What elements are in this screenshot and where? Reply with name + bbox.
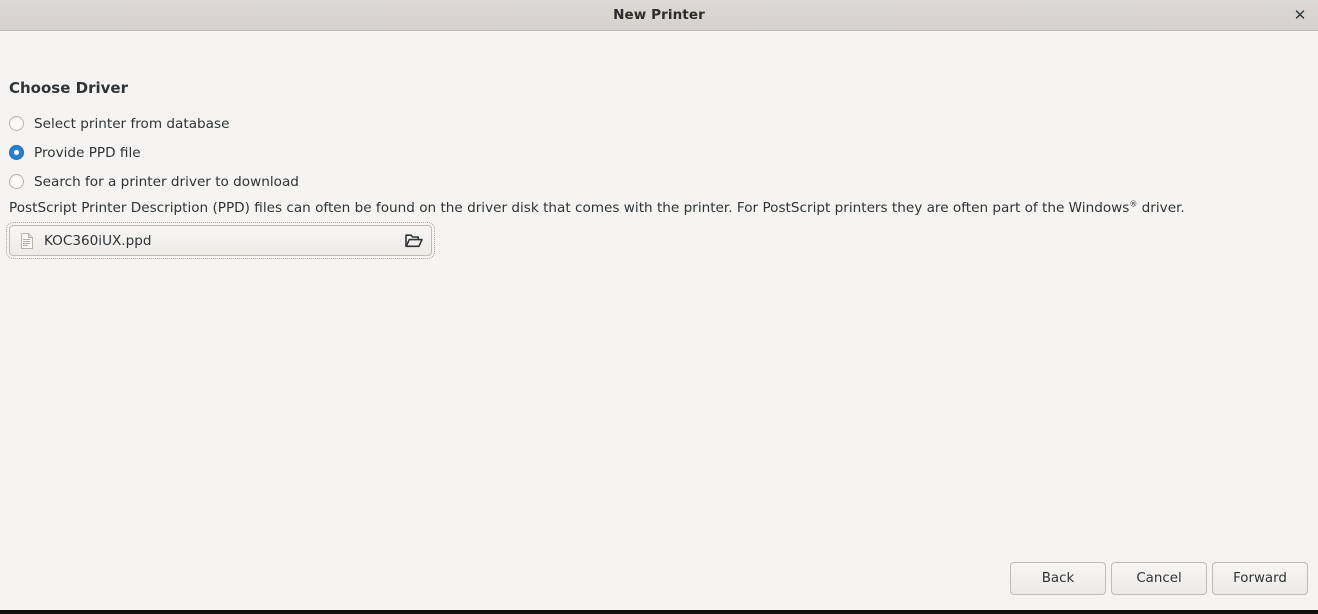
window-title: New Printer [613, 7, 705, 23]
close-icon[interactable]: ✕ [1288, 3, 1312, 27]
radio-label: Search for a printer driver to download [34, 174, 299, 190]
ppd-description-text-end: driver. [1137, 200, 1184, 216]
new-printer-dialog: New Printer ✕ Choose Driver Select print… [0, 0, 1318, 614]
ppd-file-name: KOC360iUX.ppd [44, 233, 397, 249]
driver-option-group: Select printer from database Provide PPD… [9, 113, 709, 200]
radio-icon-unselected [9, 116, 24, 131]
back-button[interactable]: Back [1010, 562, 1106, 595]
ppd-description: PostScript Printer Description (PPD) fil… [9, 200, 1185, 216]
radio-search-for-printer-driver[interactable]: Search for a printer driver to download [9, 171, 709, 192]
page-title: Choose Driver [9, 79, 128, 97]
document-icon [19, 233, 35, 249]
radio-label: Provide PPD file [34, 145, 141, 161]
radio-icon-selected [9, 145, 24, 160]
dialog-action-bar: Back Cancel Forward [1010, 562, 1308, 595]
forward-button[interactable]: Forward [1212, 562, 1308, 595]
radio-label: Select printer from database [34, 116, 229, 132]
ppd-file-chooser-button[interactable]: KOC360iUX.ppd [9, 225, 432, 256]
radio-provide-ppd-file[interactable]: Provide PPD file [9, 142, 709, 163]
radio-select-printer-from-database[interactable]: Select printer from database [9, 113, 709, 134]
titlebar: New Printer ✕ [0, 0, 1318, 31]
dialog-content: Choose Driver Select printer from databa… [0, 31, 1318, 610]
radio-icon-unselected [9, 174, 24, 189]
open-folder-icon[interactable] [405, 233, 423, 249]
ppd-description-text: PostScript Printer Description (PPD) fil… [9, 200, 1129, 216]
cancel-button[interactable]: Cancel [1111, 562, 1207, 595]
